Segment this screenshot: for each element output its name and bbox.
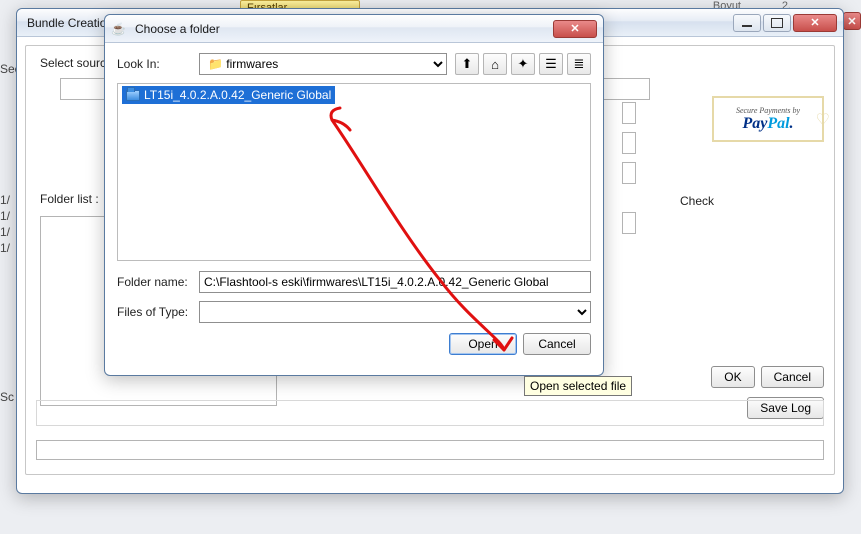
- open-tooltip: Open selected file: [524, 376, 632, 396]
- paypal-brand: PayPal.: [742, 115, 793, 133]
- look-in-combo[interactable]: 📁 firmwares: [199, 53, 447, 75]
- partial-field-2[interactable]: [622, 132, 636, 154]
- check-label: Check: [680, 194, 714, 208]
- paypal-badge[interactable]: Secure Payments by PayPal.: [712, 96, 824, 142]
- folder-list-label: Folder list :: [40, 192, 99, 206]
- truncated-column: 1/ 1/ 1/ 1/: [0, 192, 16, 256]
- selected-folder-item[interactable]: LT15i_4.0.2.A.0.42_Generic Global: [122, 86, 335, 104]
- folder-name-input[interactable]: [199, 271, 591, 293]
- look-in-label: Look In:: [117, 57, 191, 71]
- bg-close[interactable]: [843, 12, 861, 30]
- bundle-maximize-button[interactable]: [763, 14, 791, 32]
- partial-field-4[interactable]: [622, 212, 636, 234]
- file-list-pane[interactable]: LT15i_4.0.2.A.0.42_Generic Global: [117, 83, 591, 261]
- bundle-minimize-button[interactable]: [733, 14, 761, 32]
- dialog-titlebar[interactable]: Choose a folder: [105, 15, 603, 43]
- partial-field-3[interactable]: [622, 162, 636, 184]
- open-button[interactable]: Open: [449, 333, 517, 355]
- details-view-icon[interactable]: ≣: [567, 53, 591, 75]
- select-source-label: Select source: [40, 56, 113, 70]
- folder-item-label: LT15i_4.0.2.A.0.42_Generic Global: [144, 88, 331, 102]
- up-folder-icon[interactable]: ⬆: [455, 53, 479, 75]
- new-folder-icon[interactable]: ✦: [511, 53, 535, 75]
- bundle-close-button[interactable]: [793, 14, 837, 32]
- dialog-title: Choose a folder: [131, 22, 553, 36]
- partial-label-sc: Sc: [0, 390, 14, 404]
- files-type-combo[interactable]: [199, 301, 591, 323]
- ok-button[interactable]: OK: [711, 366, 754, 388]
- home-icon[interactable]: ⌂: [483, 53, 507, 75]
- progress-bar: [36, 440, 824, 460]
- java-icon: [111, 21, 127, 37]
- folder-icon: [126, 90, 140, 101]
- folder-name-label: Folder name:: [117, 275, 191, 289]
- cancel-button[interactable]: Cancel: [761, 366, 824, 388]
- files-type-label: Files of Type:: [117, 305, 191, 319]
- dialog-cancel-button[interactable]: Cancel: [523, 333, 591, 355]
- dialog-close-button[interactable]: [553, 20, 597, 38]
- paypal-secure-text: Secure Payments by: [736, 106, 800, 115]
- choose-folder-dialog: Choose a folder Look In: 📁 firmwares ⬆ ⌂…: [104, 14, 604, 376]
- partial-field-1[interactable]: [622, 102, 636, 124]
- list-view-icon[interactable]: ☰: [539, 53, 563, 75]
